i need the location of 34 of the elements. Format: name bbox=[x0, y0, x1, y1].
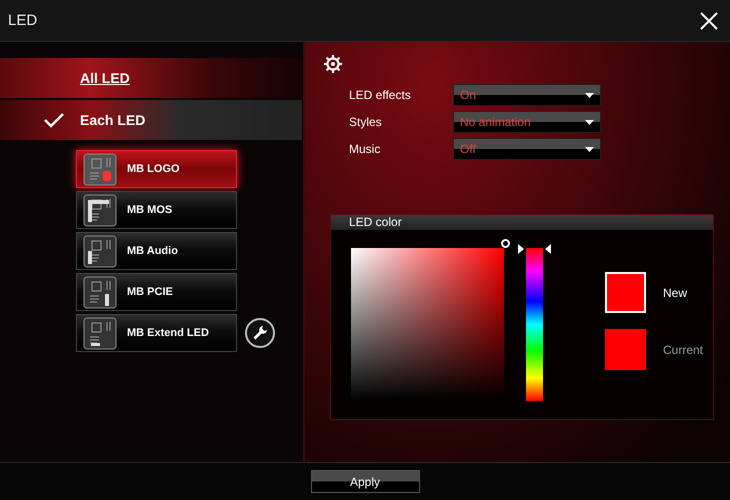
board-icon bbox=[83, 276, 117, 308]
board-icon bbox=[83, 194, 117, 226]
mode-option[interactable]: All LED bbox=[0, 58, 302, 98]
device-button[interactable]: MB LOGO bbox=[76, 150, 237, 188]
caret-icon bbox=[585, 120, 594, 124]
close-button[interactable] bbox=[698, 10, 720, 32]
panel-title: LED color bbox=[331, 215, 713, 230]
check-icon bbox=[42, 112, 66, 128]
device-button[interactable]: MB PCIE bbox=[76, 273, 237, 311]
dropdown[interactable]: No animation bbox=[453, 111, 601, 133]
board-icon bbox=[83, 152, 117, 186]
swatch-label: New bbox=[663, 286, 688, 300]
wrench-button[interactable] bbox=[245, 318, 275, 348]
caret-icon bbox=[585, 92, 594, 98]
picker-handle[interactable] bbox=[501, 239, 510, 248]
swatch-label: Current bbox=[663, 342, 704, 356]
setting-label: Styles bbox=[349, 115, 383, 129]
device-button[interactable]: MB Extend LED bbox=[76, 314, 237, 352]
wrench-icon bbox=[252, 325, 268, 341]
board-icon bbox=[83, 234, 117, 268]
board-icon bbox=[83, 316, 117, 350]
apply-button[interactable]: Apply bbox=[310, 470, 420, 493]
hue-spectrum[interactable] bbox=[526, 248, 543, 401]
setting-label: Music bbox=[349, 142, 382, 156]
device-button[interactable]: MB MOS bbox=[76, 191, 237, 229]
settings-icon bbox=[323, 54, 343, 74]
caret-icon bbox=[585, 146, 594, 152]
color-field[interactable] bbox=[351, 248, 504, 401]
hue-handle[interactable] bbox=[518, 244, 551, 254]
setting-label: LED effects bbox=[349, 88, 412, 102]
mode-option[interactable]: Each LED bbox=[0, 100, 302, 140]
device-button[interactable]: MB Audio bbox=[76, 232, 237, 270]
dropdown[interactable]: On bbox=[453, 84, 601, 106]
window-title: LED bbox=[8, 12, 38, 29]
